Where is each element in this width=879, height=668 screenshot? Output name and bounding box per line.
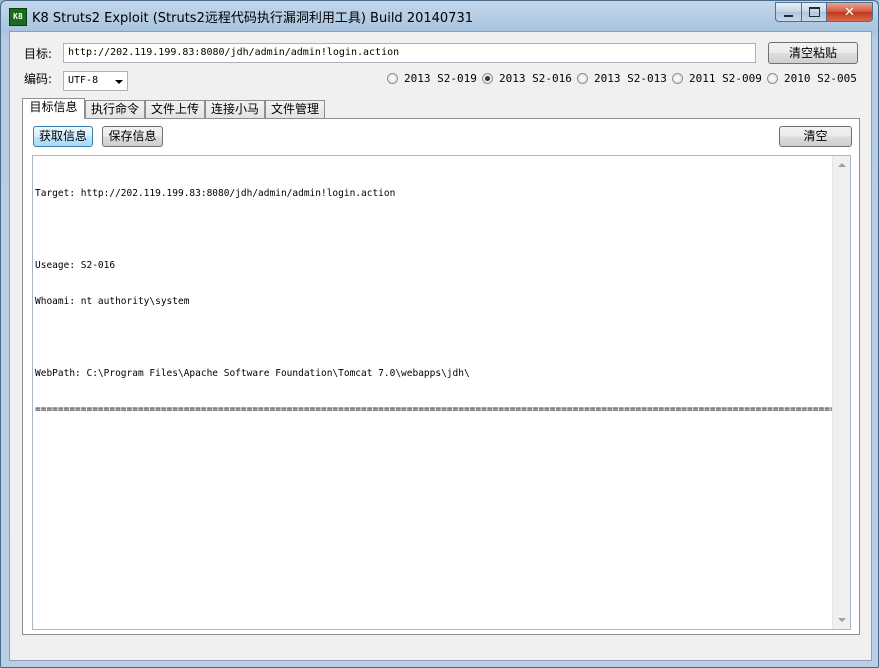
- app-icon: K8: [9, 8, 27, 26]
- clear-output-button[interactable]: 清空: [779, 126, 852, 147]
- client-area: 目标: http://202.119.199.83:8080/jdh/admin…: [9, 31, 872, 661]
- output-target-line: Target: http://202.119.199.83:8080/jdh/a…: [35, 188, 396, 199]
- tab-execute-command[interactable]: 执行命令: [85, 100, 145, 118]
- radio-indicator: [387, 73, 398, 84]
- radio-s2-013[interactable]: 2013 S2-013: [577, 72, 667, 85]
- window-title: K8 Struts2 Exploit (Struts2远程代码执行漏洞利用工具)…: [32, 11, 473, 26]
- tab-connect-shell[interactable]: 连接小马: [205, 100, 265, 118]
- vertical-scrollbar[interactable]: [832, 156, 850, 629]
- radio-s2-019[interactable]: 2013 S2-019: [387, 72, 477, 85]
- radio-indicator-checked: [482, 73, 493, 84]
- radio-s2-009[interactable]: 2011 S2-009: [672, 72, 762, 85]
- target-url-input[interactable]: http://202.119.199.83:8080/jdh/admin/adm…: [63, 43, 756, 63]
- output-textarea[interactable]: Target: http://202.119.199.83:8080/jdh/a…: [32, 155, 851, 630]
- minimize-button[interactable]: [775, 2, 802, 22]
- close-button[interactable]: ✕: [827, 2, 873, 22]
- radio-label: 2013 S2-013: [594, 72, 667, 85]
- save-info-button[interactable]: 保存信息: [102, 126, 163, 147]
- tab-target-info[interactable]: 目标信息: [22, 98, 85, 119]
- radio-indicator: [767, 73, 778, 84]
- radio-indicator: [577, 73, 588, 84]
- radio-label: 2010 S2-005: [784, 72, 857, 85]
- output-webpath-line: WebPath: C:\Program Files\Apache Softwar…: [35, 368, 470, 379]
- tab-file-manager[interactable]: 文件管理: [265, 100, 325, 118]
- output-separator-line: ========================================…: [35, 404, 832, 415]
- radio-label: 2011 S2-009: [689, 72, 762, 85]
- radio-s2-016[interactable]: 2013 S2-016: [482, 72, 572, 85]
- caption-buttons: ✕: [775, 2, 873, 22]
- radio-s2-005[interactable]: 2010 S2-005: [767, 72, 857, 85]
- title-bar[interactable]: K8 K8 Struts2 Exploit (Struts2远程代码执行漏洞利用…: [1, 1, 878, 31]
- target-info-panel: 获取信息 保存信息 清空 Target: http://202.119.199.…: [22, 118, 860, 635]
- clear-paste-button[interactable]: 清空粘贴: [768, 42, 858, 64]
- radio-label: 2013 S2-019: [404, 72, 477, 85]
- maximize-icon: [808, 7, 820, 17]
- chevron-down-icon: [115, 80, 123, 84]
- output-useage-line: Useage: S2-016: [35, 260, 116, 271]
- output-text: Target: http://202.119.199.83:8080/jdh/a…: [35, 164, 832, 440]
- radio-indicator: [672, 73, 683, 84]
- minimize-icon: [784, 14, 793, 17]
- radio-label: 2013 S2-016: [499, 72, 572, 85]
- close-icon: ✕: [844, 4, 855, 20]
- encoding-selected-value: UTF-8: [68, 75, 99, 86]
- maximize-button[interactable]: [802, 2, 827, 22]
- tab-file-upload[interactable]: 文件上传: [145, 100, 205, 118]
- output-whoami-line: Whoami: nt authority\system: [35, 296, 190, 307]
- get-info-button[interactable]: 获取信息: [33, 126, 93, 147]
- encoding-label: 编码:: [24, 72, 53, 86]
- scroll-down-icon[interactable]: [838, 618, 846, 622]
- app-window: K8 K8 Struts2 Exploit (Struts2远程代码执行漏洞利用…: [0, 0, 879, 668]
- target-label: 目标:: [24, 47, 53, 61]
- scroll-up-icon[interactable]: [838, 163, 846, 167]
- encoding-select[interactable]: UTF-8: [63, 71, 128, 91]
